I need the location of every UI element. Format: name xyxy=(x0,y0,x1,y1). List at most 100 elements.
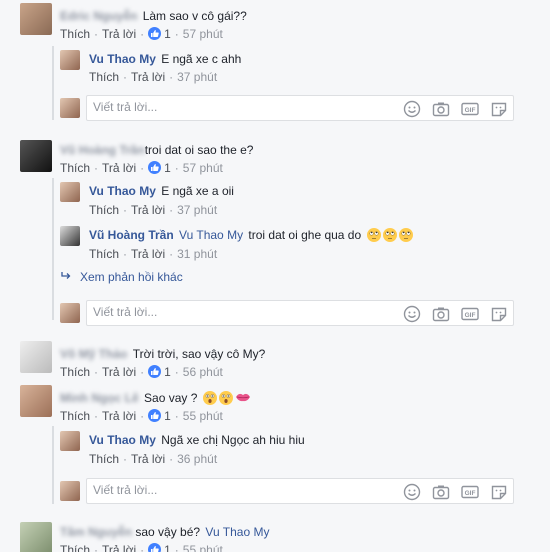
like-button[interactable]: Thích xyxy=(60,409,90,423)
comment-author[interactable]: Edric Nguyễn xyxy=(60,9,137,23)
separator: · xyxy=(174,409,179,423)
reply-button[interactable]: Trả lời xyxy=(102,365,136,379)
svg-text:GIF: GIF xyxy=(465,490,476,497)
emoji-icon[interactable] xyxy=(402,482,422,502)
like-button[interactable]: Thích xyxy=(89,247,119,261)
reply-mention[interactable]: Vu Thao My xyxy=(179,228,243,242)
like-thumb-icon[interactable] xyxy=(148,365,162,378)
like-count[interactable]: 1 xyxy=(164,409,171,423)
timestamp[interactable]: 31 phút xyxy=(177,247,217,261)
like-thumb-icon[interactable] xyxy=(148,543,162,552)
current-user-avatar xyxy=(60,303,80,323)
reply-thread-line xyxy=(52,46,54,120)
comment-author[interactable]: Tâm Nguyễn xyxy=(60,525,132,539)
reply-button[interactable]: Trả lời xyxy=(102,409,136,423)
separator: · xyxy=(169,203,174,217)
separator: · xyxy=(169,70,174,84)
like-count[interactable]: 1 xyxy=(164,365,171,379)
like-count[interactable]: 1 xyxy=(164,161,171,175)
comment-actions: Thích · Trả lời · 1 · 56 phút xyxy=(60,364,223,380)
see-more-label[interactable]: Xem phản hồi khác xyxy=(80,270,183,284)
sticker-icon[interactable] xyxy=(489,99,509,119)
commenter-avatar[interactable] xyxy=(20,385,52,417)
reply-avatar[interactable] xyxy=(60,50,80,70)
like-count[interactable]: 1 xyxy=(164,543,171,552)
reply-actions: Thích · Trả lời · 37 phút xyxy=(89,202,217,218)
timestamp[interactable]: 57 phút xyxy=(183,27,223,41)
like-button[interactable]: Thích xyxy=(60,161,90,175)
gif-icon[interactable]: GIF xyxy=(460,99,480,119)
like-button[interactable]: Thích xyxy=(89,70,119,84)
timestamp[interactable]: 37 phút xyxy=(177,70,217,84)
gif-icon[interactable]: GIF xyxy=(460,304,480,324)
reply-button[interactable]: Trả lời xyxy=(102,27,136,41)
comment-text: troi dat oi sao the e? xyxy=(144,143,254,157)
reply-button[interactable]: Trả lời xyxy=(131,203,165,217)
reply-button[interactable]: Trả lời xyxy=(102,161,136,175)
like-button[interactable]: Thích xyxy=(60,365,90,379)
reply-button[interactable]: Trả lời xyxy=(131,247,165,261)
see-more-replies-link[interactable]: Xem phản hồi khác xyxy=(60,269,183,285)
like-thumb-icon[interactable] xyxy=(148,161,162,174)
timestamp[interactable]: 37 phút xyxy=(177,203,217,217)
sticker-icon[interactable] xyxy=(489,304,509,324)
reply: Vũ Hoàng Trần Vu Thao My troi dat oi ghe… xyxy=(89,227,413,243)
reply-actions: Thích · Trả lời · 36 phút xyxy=(89,451,217,467)
current-user-avatar xyxy=(60,98,80,118)
like-button[interactable]: Thích xyxy=(60,27,90,41)
reply-button[interactable]: Trả lời xyxy=(102,543,136,552)
commenter-avatar[interactable] xyxy=(20,3,52,35)
reply-input[interactable] xyxy=(93,100,383,114)
comment-author[interactable]: Vũ Hoàng Trần xyxy=(60,143,145,157)
reply: Vu Thao My Ngã xe chị Ngọc ah hiu hiu xyxy=(89,432,305,448)
commenter-avatar[interactable] xyxy=(20,341,52,373)
like-thumb-icon[interactable] xyxy=(148,409,162,422)
comment-text: sao vậy bé? xyxy=(135,525,201,539)
timestamp[interactable]: 55 phút xyxy=(183,409,223,423)
reply-avatar[interactable] xyxy=(60,182,80,202)
comment-author[interactable]: Võ Mỹ Thảo xyxy=(60,347,127,361)
reply-author[interactable]: Vu Thao My xyxy=(89,184,156,198)
reply-thread-line xyxy=(52,178,54,320)
reply-input[interactable] xyxy=(93,305,383,319)
separator: · xyxy=(169,452,174,466)
like-button[interactable]: Thích xyxy=(60,543,90,552)
reply-avatar[interactable] xyxy=(60,226,80,246)
commenter-avatar[interactable] xyxy=(20,522,52,552)
reply-box-tools: GIF xyxy=(393,99,509,119)
timestamp[interactable]: 36 phút xyxy=(177,452,217,466)
reply-author[interactable]: Vu Thao My xyxy=(89,433,156,447)
reply-author[interactable]: Vu Thao My xyxy=(89,52,156,66)
like-button[interactable]: Thích xyxy=(89,452,119,466)
comment-mention[interactable]: Vu Thao My xyxy=(205,525,269,539)
emoji-icon[interactable] xyxy=(402,304,422,324)
reply-box: GIF xyxy=(86,478,514,504)
timestamp[interactable]: 57 phút xyxy=(183,161,223,175)
reply-avatar[interactable] xyxy=(60,431,80,451)
reply-input[interactable] xyxy=(93,483,383,497)
reply-box-tools: GIF xyxy=(393,304,509,324)
like-thumb-icon[interactable] xyxy=(148,27,162,40)
reply-author[interactable]: Vũ Hoàng Trần xyxy=(89,228,174,242)
reply-button[interactable]: Trả lời xyxy=(131,70,165,84)
comment-text: Sao vay ? xyxy=(144,391,198,405)
timestamp[interactable]: 56 phút xyxy=(183,365,223,379)
separator: · xyxy=(174,161,179,175)
like-button[interactable]: Thích xyxy=(89,203,119,217)
gif-icon[interactable]: GIF xyxy=(460,482,480,502)
sticker-icon[interactable] xyxy=(489,482,509,502)
emoji-icon[interactable] xyxy=(402,99,422,119)
like-count[interactable]: 1 xyxy=(164,27,171,41)
timestamp[interactable]: 55 phút xyxy=(183,543,223,552)
reply: Vu Thao My E ngã xe a oii xyxy=(89,183,234,199)
camera-icon[interactable] xyxy=(431,304,451,324)
camera-icon[interactable] xyxy=(431,99,451,119)
reply-box: GIF xyxy=(86,95,514,121)
comment-author[interactable]: Minh Ngọc Lê xyxy=(60,391,139,405)
astonished-emoji-icon xyxy=(218,391,233,405)
reply-button[interactable]: Trả lời xyxy=(131,452,165,466)
reply-text: troi dat oi ghe qua do xyxy=(248,228,362,242)
camera-icon[interactable] xyxy=(431,482,451,502)
commenter-avatar[interactable] xyxy=(20,140,52,172)
reply-text: Ngã xe chị Ngọc ah hiu hiu xyxy=(161,433,305,447)
